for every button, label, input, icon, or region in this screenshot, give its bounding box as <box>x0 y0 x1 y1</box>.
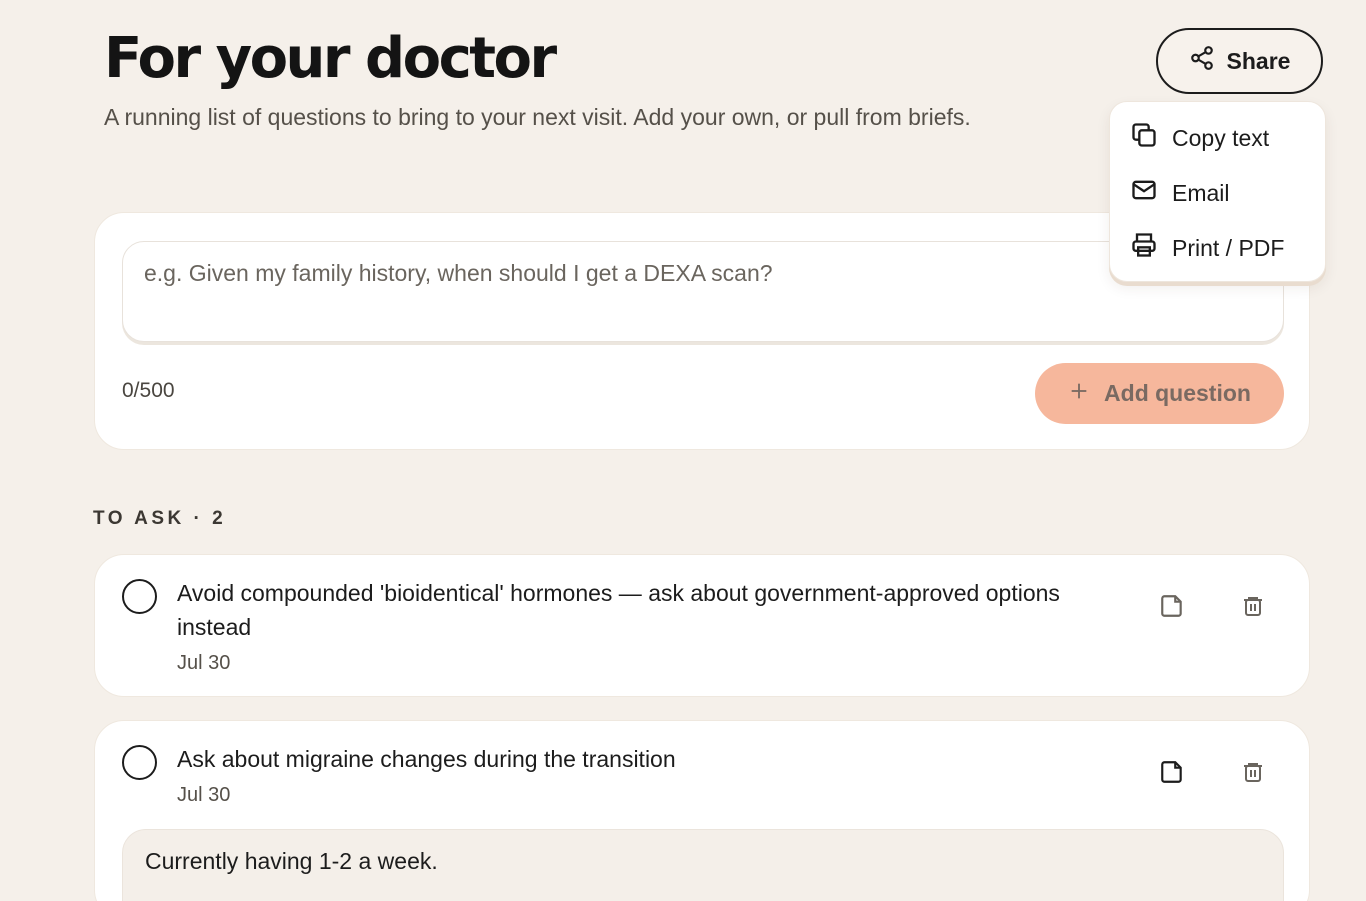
question-card: Ask about migraine changes during the tr… <box>94 720 1310 901</box>
char-count: 0/500 <box>122 379 175 402</box>
page: For your doctor A running list of questi… <box>0 0 1366 901</box>
note-icon[interactable] <box>1156 590 1188 622</box>
section-heading-to-ask: TO ASK · 2 <box>93 508 227 529</box>
trash-icon[interactable] <box>1237 756 1269 788</box>
mail-icon <box>1130 176 1158 210</box>
printer-icon <box>1130 231 1158 265</box>
question-card: Avoid compounded 'bioidentical' hormones… <box>94 554 1310 697</box>
share-button[interactable]: Share <box>1156 28 1323 94</box>
question-date: Jul 30 <box>177 652 231 674</box>
mark-asked-checkbox[interactable] <box>122 745 157 780</box>
add-question-label: Add question <box>1104 380 1251 406</box>
question-note-text: Currently having 1-2 a week. <box>145 848 438 874</box>
trash-icon[interactable] <box>1237 590 1269 622</box>
menu-item-print-pdf[interactable]: Print / PDF <box>1130 228 1284 268</box>
plus-icon <box>1068 380 1090 408</box>
page-subtitle: A running list of questions to bring to … <box>104 104 971 130</box>
menu-item-label: Copy text <box>1172 124 1270 151</box>
question-text: Avoid compounded 'bioidentical' hormones… <box>177 580 1060 640</box>
menu-item-email[interactable]: Email <box>1130 173 1230 213</box>
menu-item-label: Email <box>1172 179 1230 206</box>
question-text: Ask about migraine changes during the tr… <box>177 746 676 772</box>
question-date: Jul 30 <box>177 784 231 806</box>
share-label: Share <box>1226 47 1291 74</box>
share-menu: Copy text Email Print / PDF <box>1109 101 1326 282</box>
share-icon <box>1189 45 1215 77</box>
mark-asked-checkbox[interactable] <box>122 579 157 614</box>
note-icon[interactable] <box>1156 756 1188 788</box>
menu-item-copy-text[interactable]: Copy text <box>1130 118 1269 158</box>
question-note[interactable]: Currently having 1-2 a week. <box>122 829 1284 901</box>
menu-item-label: Print / PDF <box>1172 234 1285 261</box>
add-question-button[interactable]: Add question <box>1035 363 1284 424</box>
page-title: For your doctor <box>104 26 557 91</box>
copy-icon <box>1130 121 1158 155</box>
